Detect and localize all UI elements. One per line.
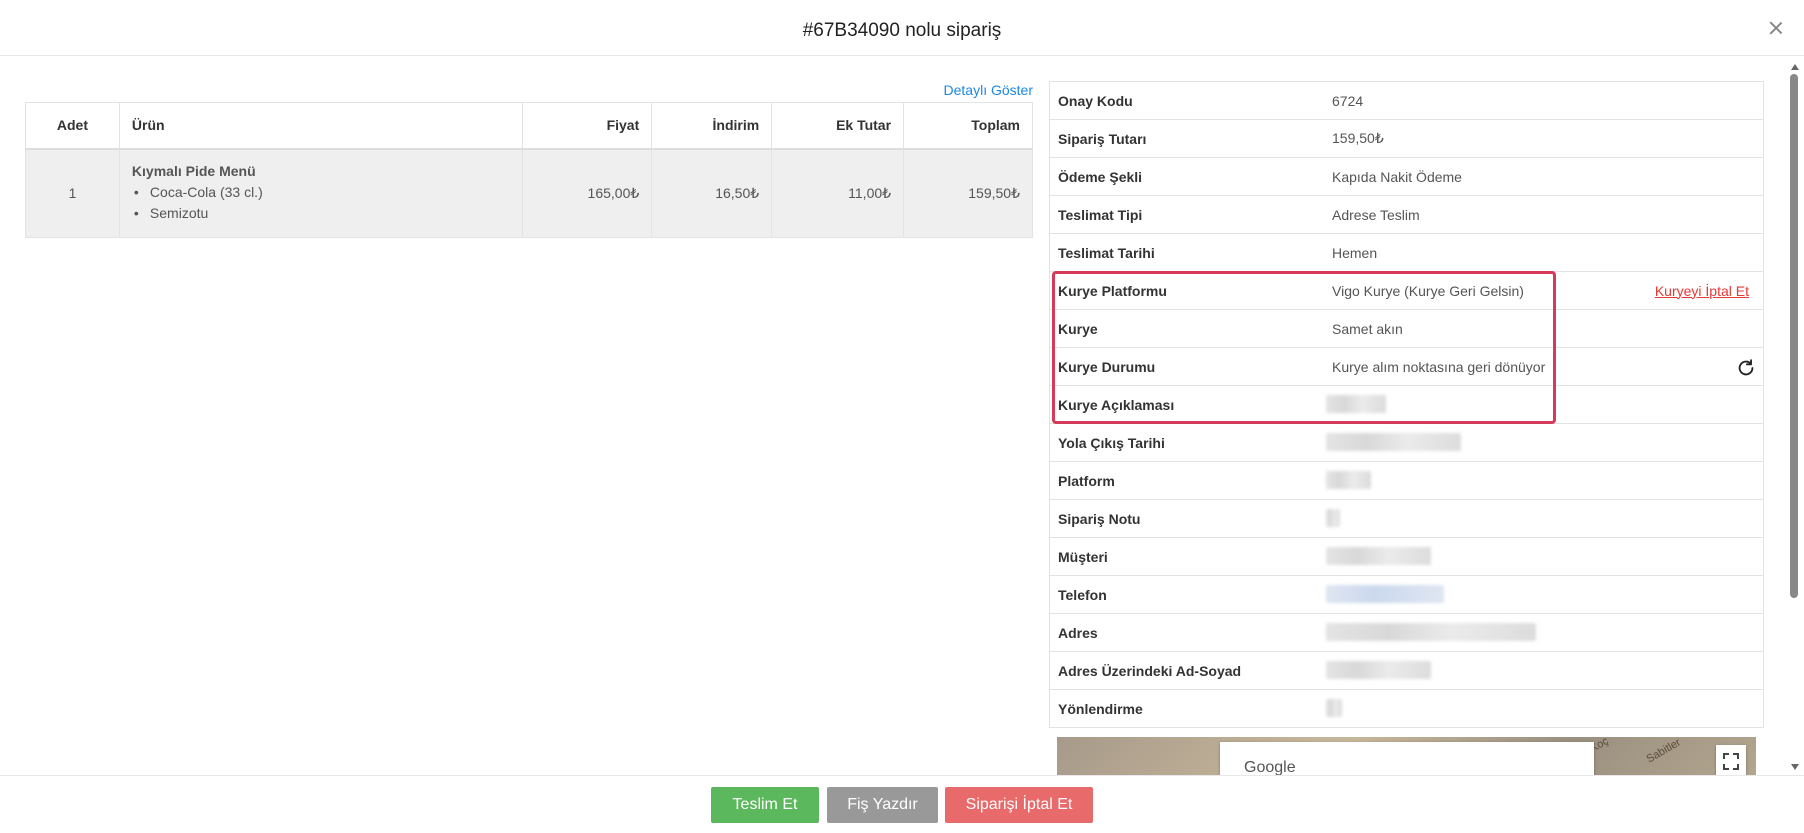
redacted-value [1326,699,1342,717]
info-row-musteri: Müşteri [1049,538,1764,576]
map-fullscreen-button[interactable] [1716,745,1746,777]
column-header-ek-tutar: Ek Tutar [771,102,905,150]
info-row-kurye-aciklamasi: Kurye Açıklaması [1049,386,1764,424]
info-label: Kurye Açıklaması [1058,396,1175,413]
redacted-value [1326,395,1386,413]
cell-indirim: 16,50₺ [651,148,773,238]
map-street-label: Sabitler [1644,737,1683,766]
info-row-siparis-notu: Sipariş Notu [1049,500,1764,538]
order-info-panel: Onay Kodu 6724 Sipariş Tutarı 159,50₺ Öd… [1049,81,1764,728]
info-label: Telefon [1058,586,1107,603]
table-header-row: Adet Ürün Fiyat İndirim Ek Tutar Toplam [25,102,1033,150]
info-label: Ödeme Şekli [1058,168,1143,185]
info-row-onay-kodu: Onay Kodu 6724 [1049,82,1764,120]
info-value: Hemen [1332,244,1378,261]
map-search-card: Google [1220,742,1594,777]
modal-header: #67B34090 nolu sipariş [0,0,1804,56]
info-row-siparis-tutari: Sipariş Tutarı 159,50₺ [1049,120,1764,158]
info-label: Kurye Platformu [1058,282,1167,299]
info-row-teslimat-tipi: Teslimat Tipi Adrese Teslim [1049,196,1764,234]
product-option: Semizotu [132,203,510,224]
cell-urun: Kıymalı Pide Menü Coca-Cola (33 cl.) Sem… [118,148,524,238]
info-label: Kurye Durumu [1058,358,1156,375]
redacted-value [1326,623,1536,641]
column-header-adet: Adet [25,102,120,150]
info-label: Sipariş Tutarı [1058,130,1147,147]
info-label: Sipariş Notu [1058,510,1141,527]
info-label: Onay Kodu [1058,92,1133,109]
info-label: Teslimat Tarihi [1058,244,1155,261]
product-options: Coca-Cola (33 cl.) Semizotu [132,182,510,224]
info-label: Yola Çıkış Tarihi [1058,434,1165,451]
redacted-value [1326,585,1444,603]
column-header-urun: Ürün [118,102,524,150]
info-row-kurye: Kurye Samet akın [1049,310,1764,348]
info-label: Platform [1058,472,1115,489]
fullscreen-icon [1723,753,1739,770]
order-items-table: Adet Ürün Fiyat İndirim Ek Tutar Toplam … [25,102,1033,238]
info-label: Adres Üzerindeki Ad-Soyad [1058,662,1242,679]
info-label: Teslimat Tipi [1058,206,1143,223]
product-option: Coca-Cola (33 cl.) [132,182,510,203]
info-row-kurye-platformu: Kurye Platformu Vigo Kurye (Kurye Geri G… [1049,272,1764,310]
column-header-toplam: Toplam [903,102,1033,150]
info-row-yola-cikis-tarihi: Yola Çıkış Tarihi [1049,424,1764,462]
close-icon[interactable] [1768,20,1784,36]
info-row-telefon: Telefon [1049,576,1764,614]
cancel-courier-link[interactable]: Kuryeyi İptal Et [1655,283,1749,299]
info-row-yonlendirme: Yönlendirme [1049,690,1764,728]
info-row-platform: Platform [1049,462,1764,500]
product-name: Kıymalı Pide Menü [131,162,256,179]
redacted-value [1326,509,1340,527]
scrollbar-thumb[interactable] [1790,74,1798,598]
cell-toplam: 159,50₺ [903,148,1033,238]
cell-ek-tutar: 11,00₺ [771,148,905,238]
info-row-adres: Adres [1049,614,1764,652]
refresh-icon[interactable] [1735,357,1757,379]
column-header-indirim: İndirim [651,102,773,150]
modal-title: #67B34090 nolu sipariş [802,20,1002,41]
redacted-value [1326,547,1431,565]
show-details-link[interactable]: Detaylı Göster [944,82,1033,98]
redacted-value [1326,471,1371,489]
info-value: 159,50₺ [1332,130,1384,146]
table-row: 1 Kıymalı Pide Menü Coca-Cola (33 cl.) S… [25,148,1033,238]
scroll-down-arrow-icon[interactable] [1791,764,1799,770]
info-value: Kurye alım noktasına geri dönüyor [1332,358,1546,375]
info-row-kurye-durumu: Kurye Durumu Kurye alım noktasına geri d… [1049,348,1764,386]
scroll-up-arrow-icon[interactable] [1791,64,1799,70]
info-label: Kurye [1058,320,1098,337]
print-receipt-button[interactable]: Fiş Yazdır [827,787,938,823]
cell-fiyat: 165,00₺ [522,148,653,238]
info-label: Müşteri [1058,548,1108,565]
info-value: Kapıda Nakit Ödeme [1332,168,1462,185]
info-row-adres-ad-soyad: Adres Üzerindeki Ad-Soyad [1049,652,1764,690]
deliver-button[interactable]: Teslim Et [711,787,819,823]
cell-adet: 1 [25,148,120,238]
info-value: Samet akın [1332,320,1403,337]
info-row-odeme-sekli: Ödeme Şekli Kapıda Nakit Ödeme [1049,158,1764,196]
modal-footer: Teslim Et Fiş Yazdır Siparişi İptal Et [0,775,1804,833]
map-view[interactable]: Koç Sabitler Google [1057,737,1756,777]
info-label: Yönlendirme [1058,700,1143,717]
redacted-value [1326,433,1461,451]
info-label: Adres [1058,624,1098,641]
cancel-order-button[interactable]: Siparişi İptal Et [945,787,1093,823]
column-header-fiyat: Fiyat [522,102,653,150]
redacted-value [1326,661,1431,679]
info-value: 6724 [1332,92,1364,109]
info-row-teslimat-tarihi: Teslimat Tarihi Hemen [1049,234,1764,272]
info-value: Vigo Kurye (Kurye Geri Gelsin) [1332,282,1524,299]
info-value: Adrese Teslim [1332,206,1420,223]
scrollbar[interactable] [1790,64,1800,770]
